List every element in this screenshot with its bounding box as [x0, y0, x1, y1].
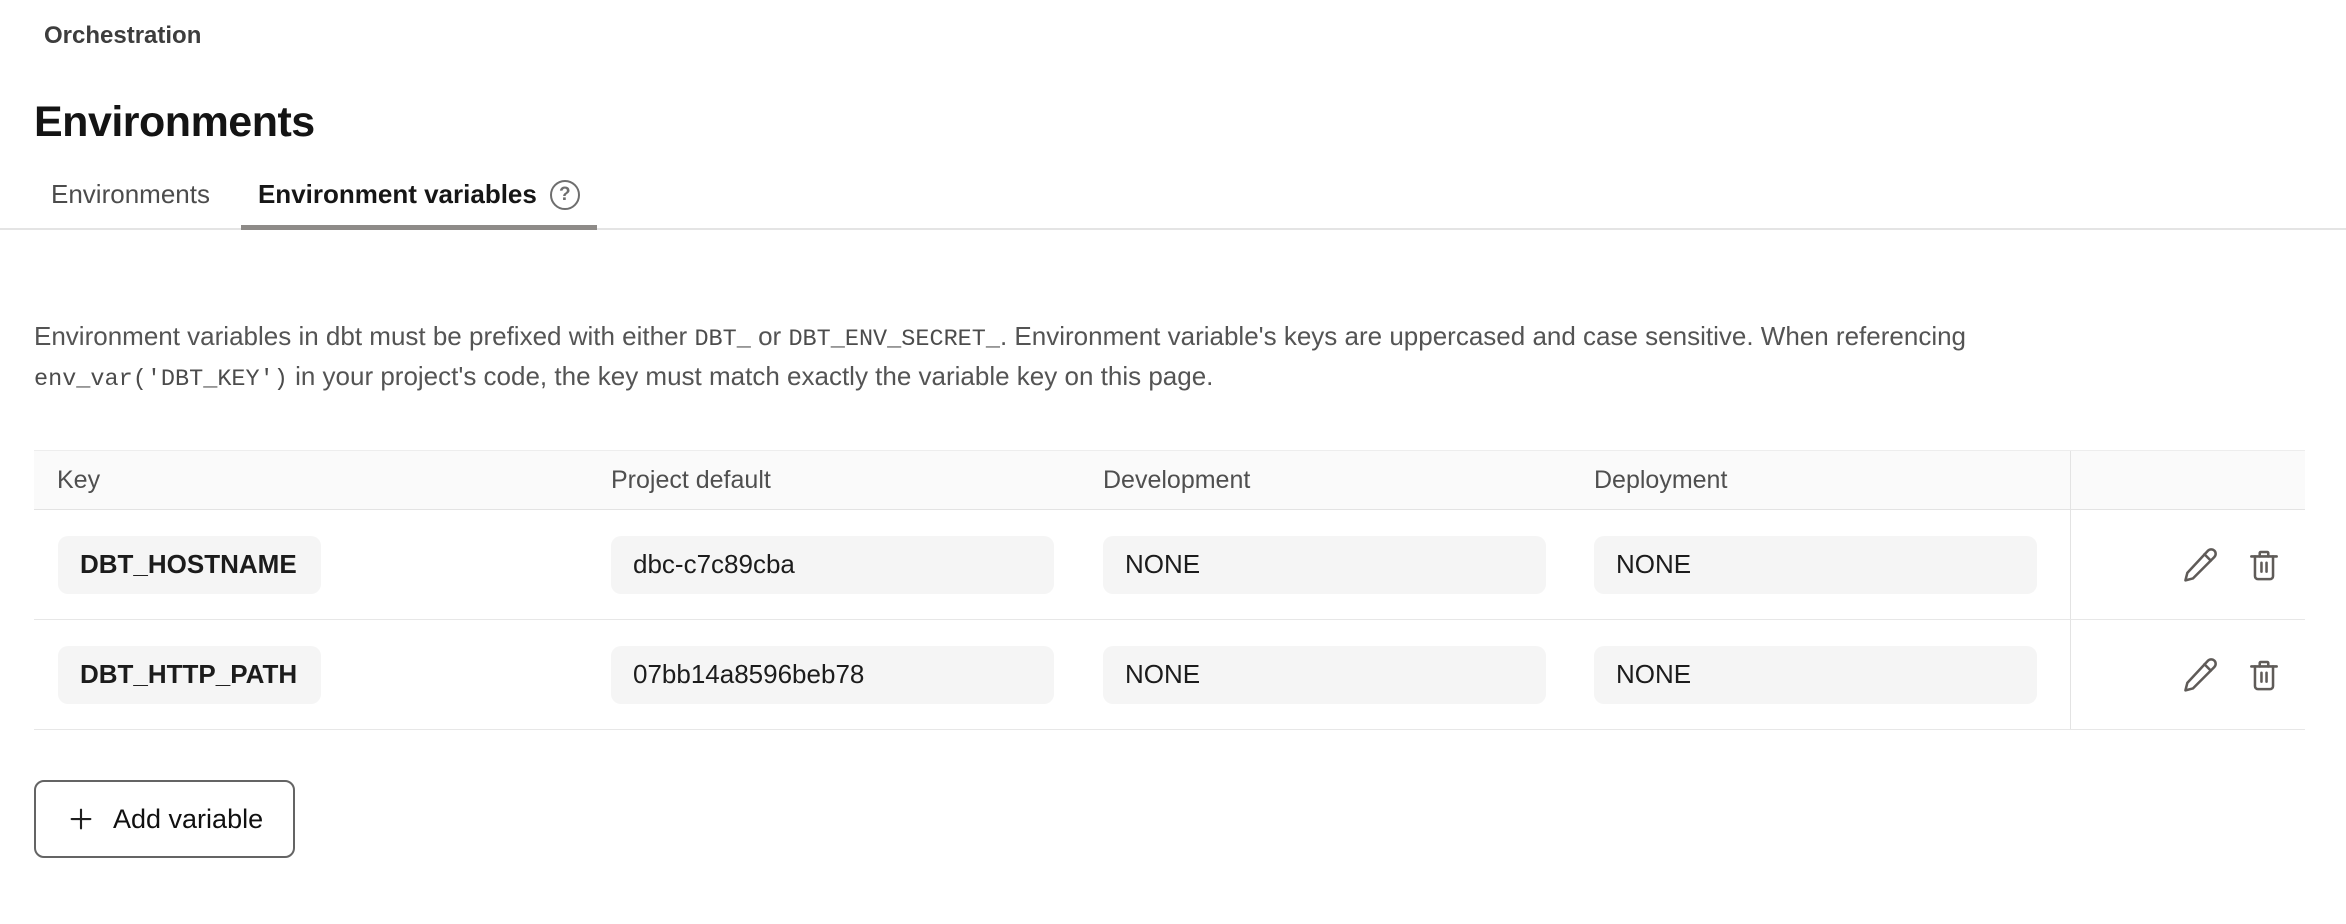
- description: Environment variables in dbt must be pre…: [34, 318, 2194, 398]
- delete-button[interactable]: [2244, 655, 2284, 695]
- env-var-deployment: NONE: [1594, 646, 2037, 704]
- env-var-project-default: 07bb14a8596beb78: [611, 646, 1054, 704]
- env-var-key: DBT_HTTP_PATH: [58, 646, 321, 704]
- table-row: DBT_HOSTNAME dbc-c7c89cba NONE NONE: [34, 510, 2305, 620]
- trash-icon: [2245, 546, 2283, 584]
- tab-environment-variables-label: Environment variables: [258, 179, 537, 210]
- tab-environment-variables[interactable]: Environment variables ?: [241, 179, 597, 228]
- env-var-table: Key Project default Development Deployme…: [34, 450, 2305, 730]
- env-var-project-default: dbc-c7c89cba: [611, 536, 1054, 594]
- column-header-project-default: Project default: [611, 466, 1103, 495]
- code-env-var: env_var('DBT_KEY'): [34, 366, 288, 393]
- delete-button[interactable]: [2244, 545, 2284, 585]
- description-text: in your project's code, the key must mat…: [288, 361, 1214, 391]
- add-variable-button[interactable]: Add variable: [34, 780, 295, 858]
- code-dbt-env-secret-prefix: DBT_ENV_SECRET_: [788, 326, 1000, 353]
- env-var-key: DBT_HOSTNAME: [58, 536, 321, 594]
- column-header-key: Key: [34, 466, 611, 495]
- env-var-development: NONE: [1103, 646, 1546, 704]
- env-var-development: NONE: [1103, 536, 1546, 594]
- plus-icon: [66, 804, 96, 834]
- description-text: or: [751, 321, 789, 351]
- table-header-row: Key Project default Development Deployme…: [34, 450, 2305, 510]
- tab-bar: Environments Environment variables ?: [0, 179, 2346, 230]
- main-content: Environment variables in dbt must be pre…: [0, 318, 2346, 858]
- env-var-deployment: NONE: [1594, 536, 2037, 594]
- page-title: Environments: [34, 98, 2346, 147]
- pencil-icon: [2181, 656, 2219, 694]
- table-row: DBT_HTTP_PATH 07bb14a8596beb78 NONE NONE: [34, 620, 2305, 730]
- column-header-development: Development: [1103, 466, 1594, 495]
- help-icon[interactable]: ?: [550, 180, 580, 210]
- top-bar: Orchestration: [0, 0, 2346, 50]
- edit-button[interactable]: [2180, 545, 2220, 585]
- column-header-deployment: Deployment: [1594, 466, 2070, 495]
- breadcrumb[interactable]: Orchestration: [44, 22, 201, 50]
- column-header-actions: [2070, 451, 2305, 509]
- description-text: Environment variables in dbt must be pre…: [34, 321, 694, 351]
- edit-button[interactable]: [2180, 655, 2220, 695]
- description-text: . Environment variable's keys are upperc…: [1000, 321, 1966, 351]
- pencil-icon: [2181, 546, 2219, 584]
- tab-environments[interactable]: Environments: [34, 179, 227, 228]
- add-variable-label: Add variable: [113, 804, 263, 835]
- trash-icon: [2245, 656, 2283, 694]
- code-dbt-prefix: DBT_: [694, 326, 750, 353]
